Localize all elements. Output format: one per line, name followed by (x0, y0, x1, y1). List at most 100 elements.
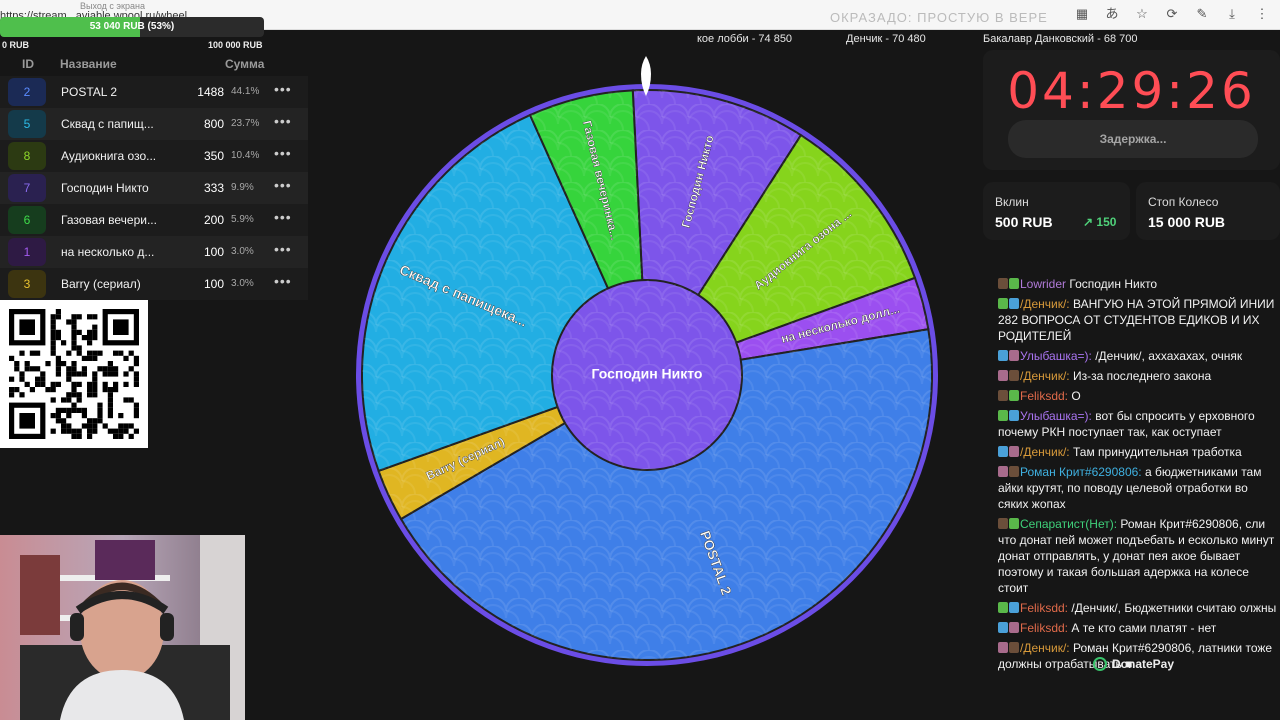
user-badge-icon (998, 602, 1008, 613)
user-badge-icon (1009, 278, 1019, 289)
puzzle-icon[interactable]: ✎ (1194, 6, 1210, 22)
wheel-pointer-icon (641, 56, 651, 96)
webcam-feed (0, 535, 245, 720)
roulette-wheel[interactable]: Господин НиктоАудиокнига озона ...на нес… (350, 78, 944, 672)
chat-username[interactable]: /Денчик/: (1020, 445, 1070, 459)
chat-username[interactable]: Lowrider (1020, 277, 1066, 291)
lots-table: ID Название Сумма 2 POSTAL 2 1488 44.1% ••• 5… (0, 52, 308, 300)
chat-text: /Денчик/, аххахахах, очняк (1095, 349, 1243, 363)
table-row[interactable]: 6 Газовая вечери... 200 5.9% ••• (0, 204, 308, 236)
table-row[interactable]: 5 Сквад с папищ... 800 23.7% ••• (0, 108, 308, 140)
user-badge-icon (998, 278, 1008, 289)
donatepay-label: DonatePay (1112, 657, 1175, 671)
user-badge-icon (998, 410, 1008, 421)
stop-wheel-stat-card: Стоп Колесо 15 000 RUB (1136, 182, 1280, 240)
chat-username[interactable]: Feliksdd: (1020, 601, 1068, 615)
chat-text: А те кто сами платят - нет (1071, 621, 1217, 635)
row-name: Господин Никто (61, 181, 149, 195)
row-menu-icon[interactable]: ••• (274, 145, 292, 161)
leader-2: Денчик - 70 480 (846, 33, 926, 45)
user-badge-icon (1009, 602, 1019, 613)
leader-3: Бакалавр Данковский - 68 700 (983, 33, 1138, 45)
chat-username[interactable]: /Денчик/: (1020, 297, 1070, 311)
row-menu-icon[interactable]: ••• (274, 113, 292, 129)
row-percent: 5.9% (231, 214, 254, 225)
stop-wheel-label: Стоп Колесо (1148, 195, 1219, 209)
donation-qr-code (0, 300, 148, 448)
chat-panel[interactable]: Lowrider Господин Никто/Денчик/: ВАНГУЮ … (998, 276, 1280, 720)
column-id: ID (22, 57, 34, 71)
chat-username[interactable]: Роман Крит#6290806: (1020, 465, 1142, 479)
row-menu-icon[interactable]: ••• (274, 177, 292, 193)
row-sum: 800 (203, 117, 224, 131)
user-badge-icon (998, 642, 1008, 653)
chat-username[interactable]: Улыбашка=): (1020, 349, 1092, 363)
chat-text: О (1071, 389, 1081, 403)
extensions-icon[interactable]: ⟳ (1164, 6, 1180, 22)
browser-actions: ▦ あ ☆ ⟳ ✎ ⤓ ⋮ (1074, 6, 1270, 22)
row-name: Аудиокнига озо... (61, 149, 157, 163)
row-percent: 23.7% (231, 118, 260, 129)
row-sum: 1488 (197, 85, 224, 99)
delay-button[interactable]: Задержка... (1008, 120, 1258, 158)
goal-min-label: 0 RUB (2, 40, 30, 50)
user-badge-icon (998, 350, 1008, 361)
translate-icon[interactable]: あ (1104, 6, 1120, 22)
row-id-badge: 5 (8, 110, 46, 138)
apps-icon[interactable]: ▦ (1074, 6, 1090, 22)
table-row[interactable]: 7 Господин Никто 333 9.9% ••• (0, 172, 308, 204)
chat-username[interactable]: /Денчик/: (1020, 641, 1070, 655)
row-name: на несколько д... (61, 245, 155, 259)
chat-message: Lowrider Господин Никто (998, 276, 1280, 292)
row-percent: 3.0% (231, 278, 254, 289)
row-percent: 44.1% (231, 86, 260, 97)
chat-message: Роман Крит#6290806: а бюджетниками там а… (998, 464, 1280, 512)
row-menu-icon[interactable]: ••• (274, 241, 292, 257)
goal-progress-label: 53 040 RUB (53%) (89, 21, 175, 32)
user-badge-icon (998, 370, 1008, 381)
chat-text: Там принудительная тработка (1072, 445, 1242, 459)
user-badge-icon (1009, 410, 1019, 421)
row-id-badge: 6 (8, 206, 46, 234)
chat-message: /Денчик/: Из-за последнего закона (998, 368, 1280, 384)
chat-username[interactable]: Feliksdd: (1020, 389, 1068, 403)
chat-username[interactable]: /Денчик/: (1020, 369, 1070, 383)
user-badge-icon (1009, 446, 1019, 457)
table-row[interactable]: 3 Barry (сериал) 100 3.0% ••• (0, 268, 308, 300)
row-menu-icon[interactable]: ••• (274, 81, 292, 97)
chat-username[interactable]: Сепаратист(Нет): (1020, 517, 1117, 531)
donatepay-logo-icon (1093, 657, 1107, 671)
goal-max-label: 100 000 RUB (208, 40, 263, 50)
donatepay-watermark: DonatePay (1093, 657, 1174, 671)
user-badge-icon (998, 390, 1008, 401)
entry-increment-value: 150 (1096, 215, 1117, 229)
streamer-webcam-image (0, 535, 245, 720)
table-row[interactable]: 8 Аудиокнига озо... 350 10.4% ••• (0, 140, 308, 172)
download-icon[interactable]: ⤓ (1224, 6, 1240, 22)
timer-panel: 04:29:26 Задержка... (983, 50, 1280, 170)
row-name: Сквад с папищ... (61, 117, 154, 131)
qr-code-image (9, 309, 139, 439)
row-id-badge: 2 (8, 78, 46, 106)
user-badge-icon (998, 466, 1008, 477)
table-header: ID Название Сумма (0, 52, 308, 76)
row-percent: 10.4% (231, 150, 260, 161)
table-row[interactable]: 2 POSTAL 2 1488 44.1% ••• (0, 76, 308, 108)
user-badge-icon (1009, 298, 1019, 309)
table-row[interactable]: 1 на несколько д... 100 3.0% ••• (0, 236, 308, 268)
row-sum: 333 (203, 181, 224, 195)
row-menu-icon[interactable]: ••• (274, 273, 292, 289)
chat-text: /Денчик/, Бюджетники считаю олжны (1071, 601, 1277, 615)
chat-username[interactable]: Feliksdd: (1020, 621, 1068, 635)
chat-message: Сепаратист(Нет): Роман Крит#6290806, сли… (998, 516, 1280, 596)
chat-username[interactable]: Улыбашка=): (1020, 409, 1092, 423)
table-body: 2 POSTAL 2 1488 44.1% ••• 5 Сквад с папищ... 80… (0, 76, 308, 300)
star-icon[interactable]: ☆ (1134, 6, 1150, 22)
menu-icon[interactable]: ⋮ (1254, 6, 1270, 22)
row-percent: 3.0% (231, 246, 254, 257)
row-menu-icon[interactable]: ••• (274, 209, 292, 225)
chat-message: Feliksdd: О (998, 388, 1280, 404)
row-percent: 9.9% (231, 182, 254, 193)
row-id-badge: 7 (8, 174, 46, 202)
countdown-timer: 04:29:26 (1007, 62, 1256, 120)
